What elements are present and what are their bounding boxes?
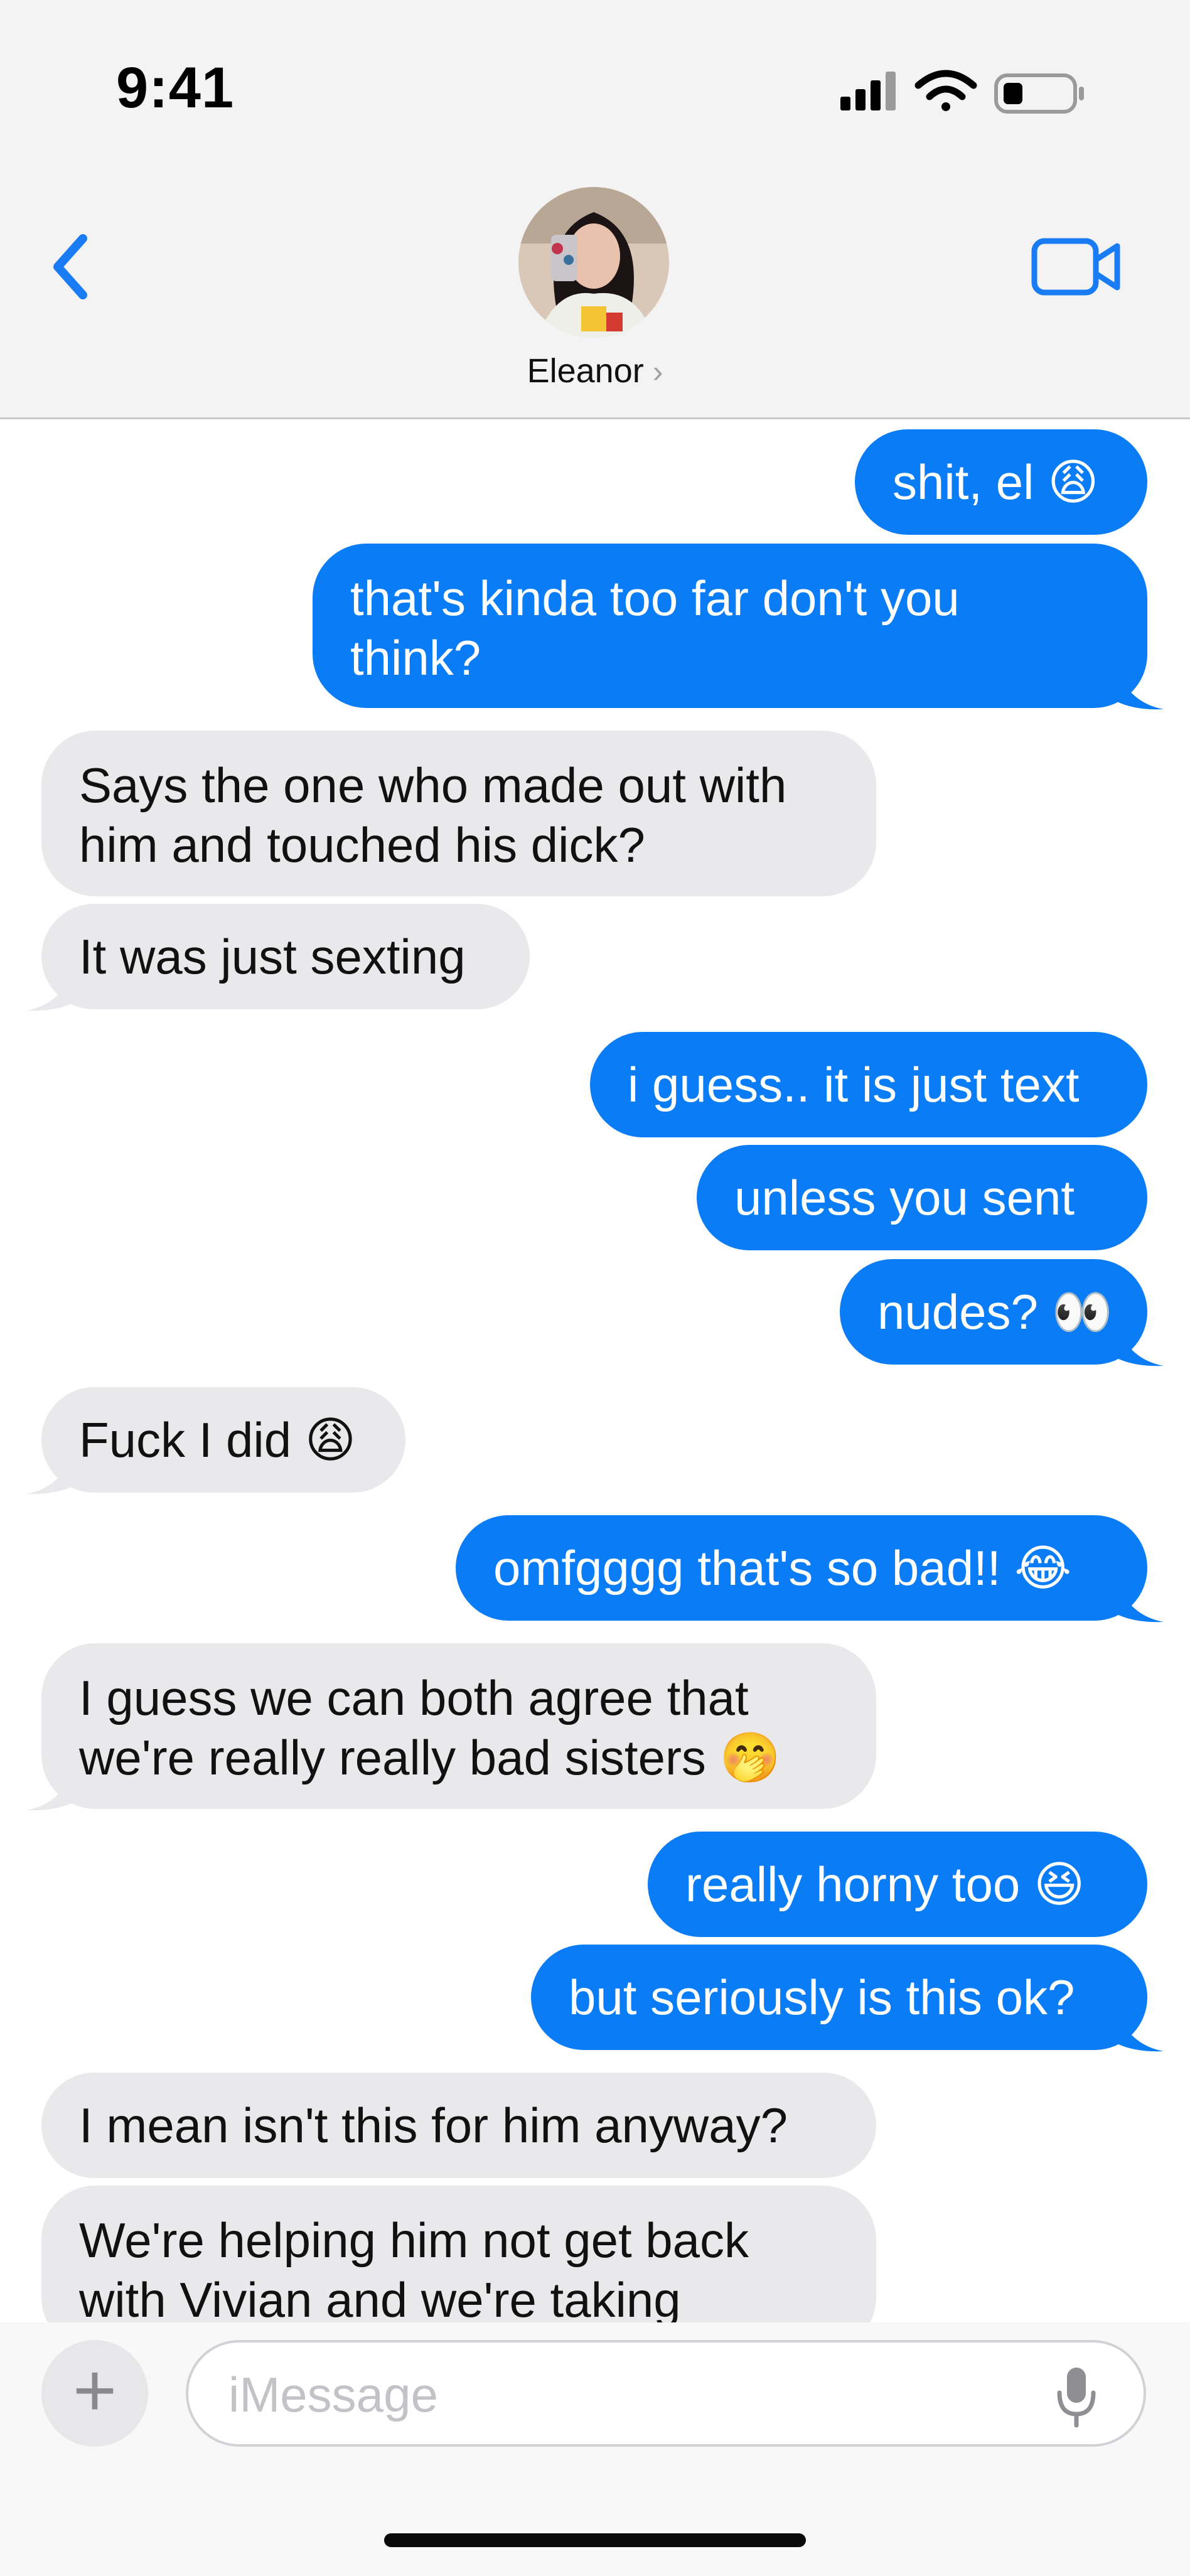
bubble-tail: [1115, 1322, 1164, 1366]
avatar[interactable]: [518, 187, 669, 338]
message-bubble-outgoing[interactable]: really horny too 😆: [648, 1832, 1147, 1937]
wifi-icon: [914, 70, 977, 111]
message-bubble-outgoing[interactable]: shit, el 😩: [855, 429, 1147, 535]
signal-icon: [840, 72, 896, 110]
bubble-tail: [26, 967, 75, 1011]
status-time: 9:41: [116, 56, 235, 120]
contact-name: Eleanor: [527, 352, 644, 390]
bubble-tail: [26, 1450, 75, 1495]
message-bubble-incoming[interactable]: Fuck I did 😩: [41, 1387, 405, 1493]
imessage-screen: 9:41 Eleanor › shit, el 😩 that's kinda t…: [0, 0, 1190, 2576]
bubble-tail: [1115, 665, 1164, 710]
message-text-line: Says the one who made out with: [79, 758, 787, 813]
message-bubble-outgoing[interactable]: i guess.. it is just text: [590, 1032, 1147, 1137]
message-text: I mean isn't this for him anyway?: [79, 2097, 788, 2153]
message-bubble-incoming[interactable]: Says the one who made out with him and t…: [41, 731, 876, 896]
bubble-tail: [26, 1766, 75, 1811]
message-bubble-outgoing[interactable]: omfgggg that's so bad!! 😂: [456, 1515, 1147, 1621]
message-text: omfgggg that's so bad!! 😂: [493, 1540, 1072, 1596]
message-bubble-outgoing[interactable]: but seriously is this ok?: [531, 1945, 1147, 2050]
message-bubble-outgoing[interactable]: that's kinda too far don't you think?: [313, 544, 1147, 708]
message-text-line: I guess we can both agree that: [79, 1670, 749, 1725]
message-text-line: We're helping him not get back: [79, 2213, 749, 2268]
message-bubble-incoming[interactable]: I guess we can both agree that we're rea…: [41, 1643, 876, 1809]
video-camera-icon[interactable]: [1029, 232, 1123, 301]
message-text: i guess.. it is just text: [628, 1056, 1080, 1112]
message-text: really horny too 😆: [685, 1856, 1085, 1912]
message-text: Fuck I did 😩: [79, 1412, 356, 1468]
bubble-tail: [1115, 1578, 1164, 1623]
bubble-tail: [1115, 2007, 1164, 2052]
message-bubble-incoming[interactable]: It was just sexting: [41, 904, 530, 1009]
imessage-input[interactable]: iMessage: [186, 2340, 1146, 2447]
message-bubble-outgoing[interactable]: nudes? 👀: [840, 1259, 1147, 1365]
back-chevron-icon[interactable]: [44, 226, 107, 308]
home-indicator[interactable]: [384, 2533, 806, 2547]
message-text: It was just sexting: [79, 928, 466, 984]
status-bar-icons: [840, 70, 1084, 114]
message-text-line: think?: [350, 630, 481, 685]
message-bubble-incoming[interactable]: I mean isn't this for him anyway?: [41, 2073, 876, 2178]
contact-name-button[interactable]: Eleanor ›: [0, 352, 1190, 390]
chevron-right-icon: ›: [652, 354, 663, 389]
message-text: but seriously is this ok?: [569, 1969, 1075, 2025]
message-bubble-outgoing[interactable]: unless you sent: [697, 1145, 1147, 1250]
battery-icon: [994, 73, 1084, 114]
message-text: shit, el 😩: [893, 454, 1099, 510]
message-text: unless you sent: [734, 1169, 1075, 1225]
microphone-icon[interactable]: [1054, 2365, 1098, 2428]
message-text-line: that's kinda too far don't you: [350, 571, 960, 626]
message-text-line: we're really really bad sisters 🤭: [79, 1730, 781, 1785]
input-placeholder: iMessage: [228, 2367, 438, 2422]
message-text: nudes? 👀: [877, 1284, 1113, 1339]
message-text-line: him and touched his dick?: [79, 817, 645, 872]
add-attachment-button[interactable]: +: [41, 2340, 148, 2447]
message-text-line: with Vivian and we're taking: [79, 2272, 681, 2327]
